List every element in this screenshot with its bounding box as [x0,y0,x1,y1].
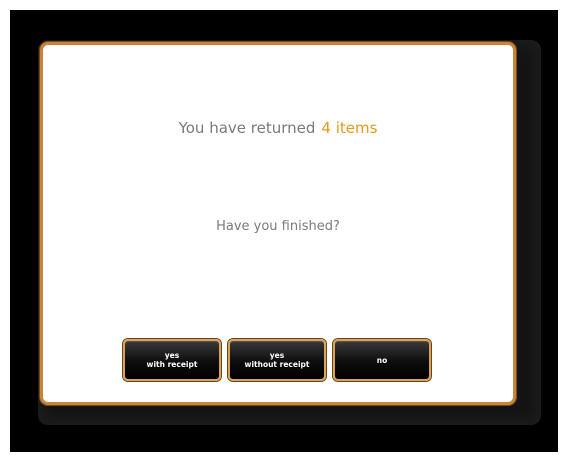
button-label-line1: yes [164,351,180,360]
no-button[interactable]: no [333,339,431,381]
button-label-line2: with receipt [146,360,198,369]
dialog-panel: You have returned 4 items Have you finish… [40,42,516,405]
button-label-line2: without receipt [244,360,310,369]
yes-without-receipt-button[interactable]: yes without receipt [228,339,326,381]
returned-message: You have returned 4 items [43,119,513,137]
returned-count: 4 items [321,119,378,137]
finished-question: Have you finished? [216,219,340,234]
action-buttons: yes with receipt yes without receipt no [123,339,431,381]
button-label: no [376,355,388,365]
returned-prefix: You have returned [178,119,316,137]
yes-with-receipt-button[interactable]: yes with receipt [123,339,221,381]
button-label-line1: yes [269,351,285,360]
